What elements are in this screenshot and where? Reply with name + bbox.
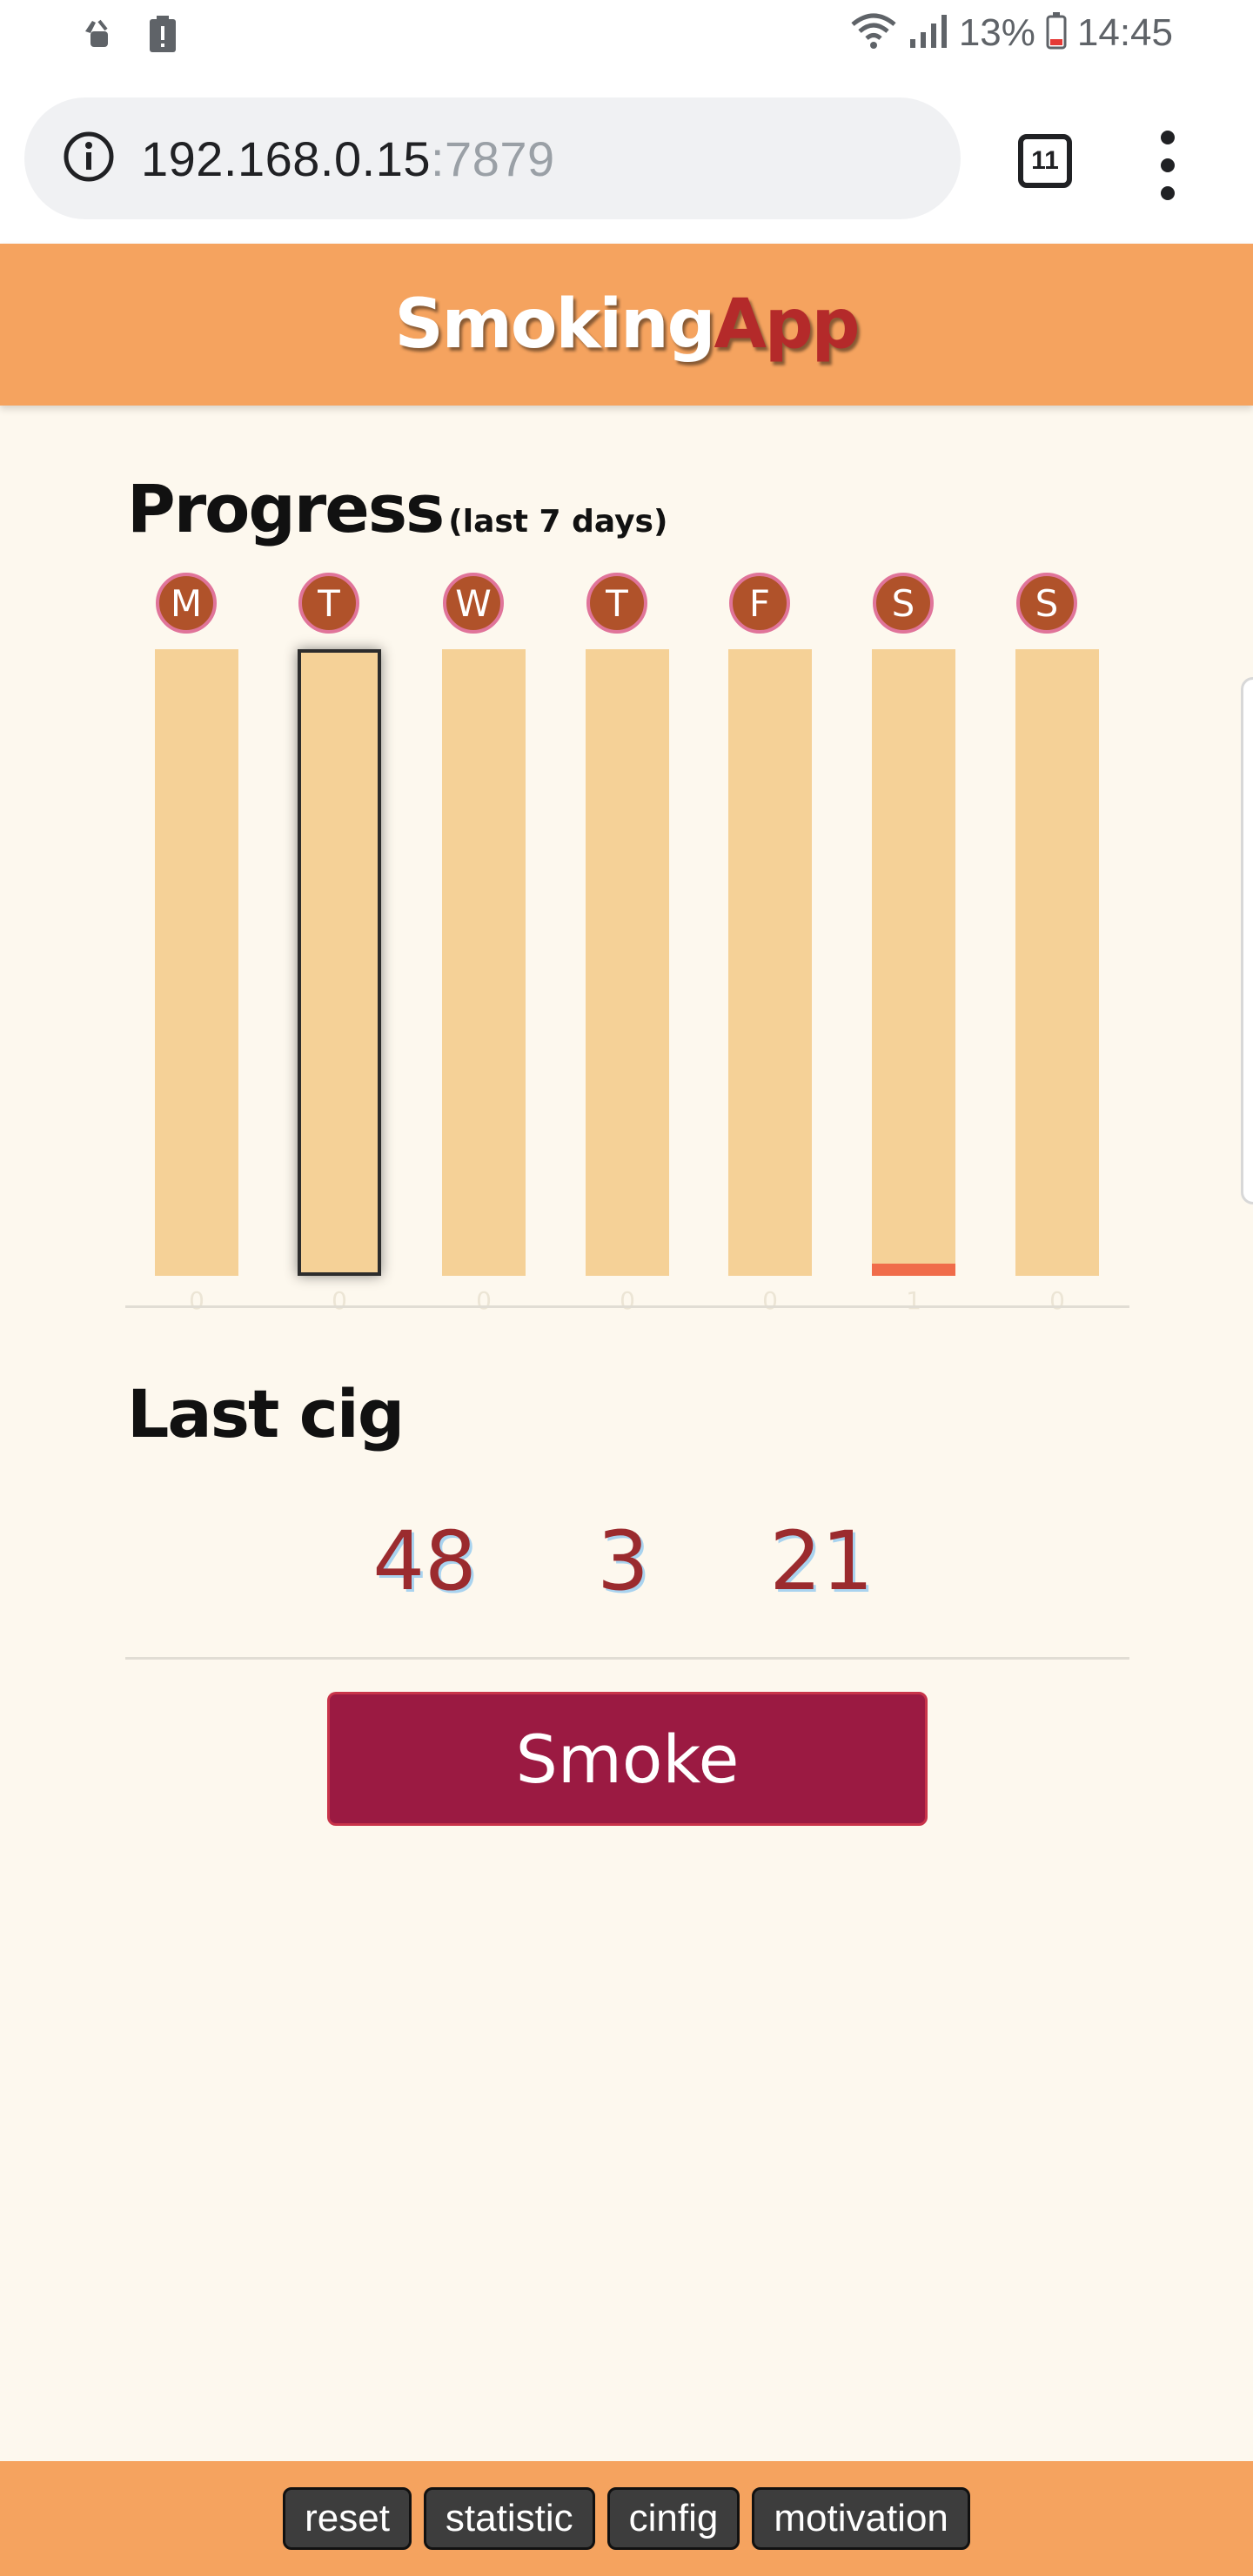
timer-value: 21 — [769, 1514, 874, 1609]
last-cig-title: Last cig — [127, 1375, 405, 1452]
url-port: :7879 — [430, 131, 555, 186]
day-badge[interactable]: S — [873, 573, 934, 634]
app-title-part1: Smoking — [394, 285, 715, 364]
signal-icon — [908, 11, 948, 54]
app-header: SmokingApp — [0, 244, 1253, 406]
smoke-button[interactable]: Smoke — [327, 1692, 928, 1826]
motivation-button[interactable]: motivation — [752, 2487, 970, 2550]
battery-icon — [1046, 11, 1067, 54]
more-menu-icon[interactable] — [1157, 131, 1178, 200]
day-bar[interactable] — [872, 649, 955, 1276]
bar-count-label: 0 — [620, 1286, 635, 1315]
progress-chart: 0 0 0 0 0 1 0 — [0, 649, 1253, 1315]
url-host: 192.168.0.15 — [141, 131, 431, 186]
progress-heading: Progress (last 7 days) — [127, 470, 667, 547]
browser-toolbar: 192.168.0.15:7879 11 — [0, 75, 1253, 244]
day-bar[interactable] — [155, 649, 238, 1276]
status-bar: 13% 14:45 — [0, 0, 1253, 75]
day-badge[interactable]: T — [586, 573, 647, 634]
tab-switcher-button[interactable]: 11 — [1018, 134, 1072, 188]
battery-alert-icon — [148, 16, 178, 58]
bar-count-label: 0 — [476, 1286, 492, 1315]
day-badge[interactable]: S — [1016, 573, 1077, 634]
day-badge[interactable]: T — [298, 573, 359, 634]
day-bar[interactable] — [1015, 649, 1099, 1276]
day-badge[interactable]: M — [156, 573, 217, 634]
reset-button[interactable]: reset — [283, 2487, 412, 2550]
day-badge[interactable]: W — [443, 573, 504, 634]
url-text[interactable]: 192.168.0.15:7879 — [141, 131, 555, 187]
bar-count-label: 0 — [1049, 1286, 1065, 1315]
chart-baseline — [125, 1305, 1129, 1308]
footer-bar: reset statistic cinfig motivation — [0, 2461, 1253, 2576]
divider — [125, 1657, 1129, 1660]
progress-subtitle: (last 7 days) — [448, 504, 668, 540]
progress-title: Progress — [127, 470, 445, 547]
android-robot-icon — [80, 17, 115, 57]
bar-count-label: 1 — [906, 1286, 921, 1315]
day-badge[interactable]: F — [729, 573, 790, 634]
last-cig-timer: 48 3 21 — [0, 1514, 1253, 1619]
cinfig-button[interactable]: cinfig — [606, 2487, 740, 2550]
statistic-button[interactable]: statistic — [423, 2487, 595, 2550]
battery-percent: 13% — [958, 10, 1035, 54]
info-icon[interactable] — [63, 131, 115, 187]
bar-count-label: 0 — [189, 1286, 204, 1315]
app-title: SmokingApp — [394, 285, 860, 364]
bar-fill — [872, 1264, 955, 1276]
timer-value: 3 — [597, 1514, 649, 1609]
day-bar[interactable] — [298, 649, 381, 1276]
day-bar[interactable] — [586, 649, 669, 1276]
wifi-icon — [849, 10, 898, 55]
day-badges: MTWTFSS — [0, 573, 1253, 642]
side-scroll-handle[interactable] — [1241, 677, 1253, 1204]
bar-count-label: 0 — [332, 1286, 347, 1315]
day-bar[interactable] — [442, 649, 526, 1276]
timer-value: 48 — [372, 1514, 477, 1609]
clock: 14:45 — [1076, 10, 1173, 54]
bar-count-label: 0 — [762, 1286, 778, 1315]
address-bar[interactable]: 192.168.0.15:7879 — [24, 97, 961, 219]
day-bar[interactable] — [728, 649, 812, 1276]
app-title-part2: App — [714, 285, 860, 364]
